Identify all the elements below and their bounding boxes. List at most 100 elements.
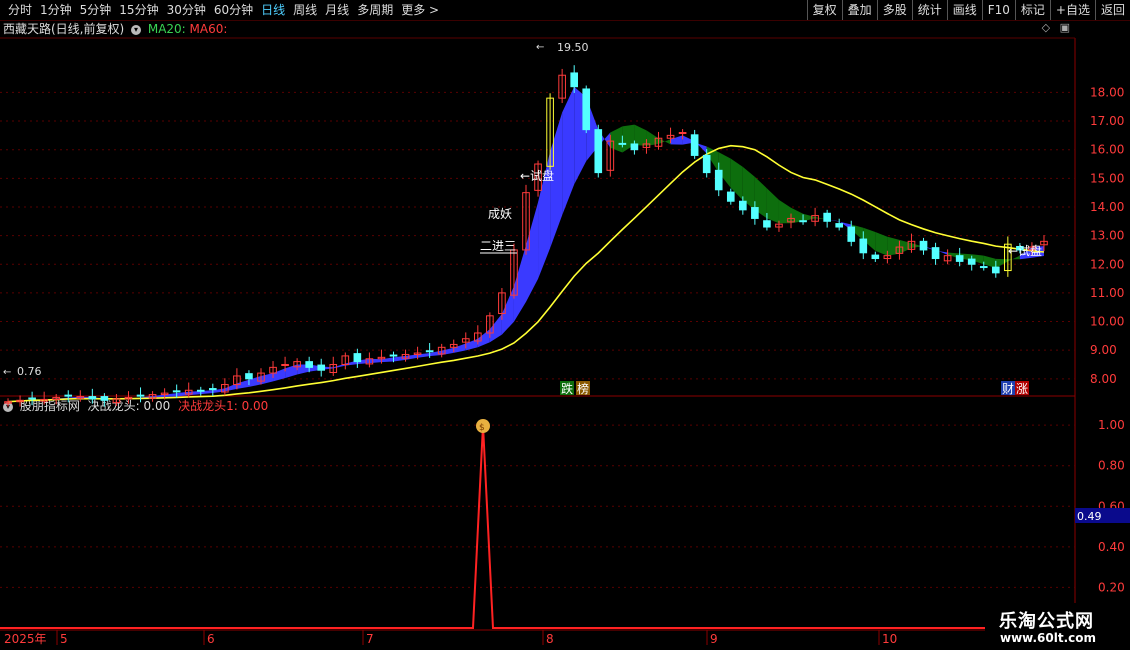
multi-stock-button[interactable]: 多股	[876, 0, 912, 20]
candle-body	[1028, 246, 1036, 251]
top-toolbar: 分时 1分钟 5分钟 15分钟 30分钟 60分钟 日线 周线 月线 多周期 更…	[0, 0, 1130, 21]
tab-5min[interactable]: 5分钟	[76, 0, 116, 20]
tag-fin-bg	[1001, 381, 1015, 395]
candle-body	[461, 338, 470, 343]
ribbon-segment	[297, 364, 310, 375]
ribbon-segment	[248, 375, 261, 387]
stock-title: 西藏天路(日线,前复权)	[3, 22, 125, 36]
draw-line-button[interactable]: 画线	[946, 0, 982, 20]
tag-list-bg	[576, 381, 590, 395]
candle-body	[726, 191, 735, 202]
ribbon-segment	[646, 130, 659, 146]
ribbon-segment	[815, 217, 828, 220]
ribbon-segment	[345, 360, 358, 366]
tab-daily[interactable]: 日线	[257, 0, 289, 20]
ribbon-segment	[429, 350, 442, 357]
candle-body	[365, 358, 374, 365]
ribbon-segment	[586, 97, 599, 162]
diamond-icon[interactable]: ◇	[1042, 21, 1050, 34]
ribbon-segment	[851, 224, 864, 241]
candle-body	[293, 361, 301, 368]
tab-30min[interactable]: 30分钟	[163, 0, 210, 20]
candle-body	[317, 364, 326, 371]
trial-label-1: ←试盘	[520, 168, 554, 183]
price-tick-label: 14.00	[1090, 200, 1124, 214]
candle-body	[522, 192, 530, 251]
candle-body	[835, 223, 844, 228]
candle-body	[582, 88, 591, 131]
mark-button[interactable]: 标记	[1014, 0, 1050, 20]
tab-60min[interactable]: 60分钟	[210, 0, 257, 20]
candle-body	[1016, 245, 1024, 251]
indicator-tick-label: 0.80	[1098, 459, 1125, 473]
ribbon-segment	[369, 358, 382, 364]
ribbon-segment	[550, 112, 563, 249]
candle-body	[136, 394, 145, 397]
high-price-label: 19.50	[557, 41, 589, 54]
ribbon-segment	[742, 166, 755, 210]
candle-body	[329, 363, 338, 374]
candle-body	[690, 134, 699, 156]
ribbon-segment	[694, 141, 707, 154]
high-arrow: ←	[536, 42, 544, 53]
fuquan-button[interactable]: 复权	[806, 0, 842, 20]
money-bag-glyph: $	[479, 423, 485, 433]
candle-body	[919, 240, 928, 251]
ribbon-segment	[658, 138, 671, 145]
candle-body	[558, 74, 566, 99]
tab-multi-period[interactable]: 多周期	[353, 0, 397, 20]
ribbon-segment	[899, 239, 912, 254]
tab-monthly[interactable]: 月线	[321, 0, 353, 20]
ma60-polyline	[7, 144, 1045, 403]
candle-body	[510, 249, 518, 296]
ribbon-segment	[670, 135, 683, 145]
add-watchlist-button[interactable]: +自选	[1049, 0, 1095, 20]
ma60-line	[7, 144, 1045, 403]
indicator-polyline	[0, 425, 1075, 629]
candle-body	[799, 220, 807, 223]
current-value-box	[1075, 508, 1130, 523]
candle-body	[883, 255, 892, 260]
tab-weekly[interactable]: 周线	[289, 0, 321, 20]
indicator-value-2: 决战龙头1: 0.00	[178, 399, 269, 413]
f10-button[interactable]: F10	[981, 0, 1015, 20]
ribbon-segment	[501, 286, 514, 335]
candle-body	[184, 389, 193, 395]
tab-more[interactable]: 更多 >	[397, 0, 443, 20]
ribbon-segment	[610, 126, 623, 153]
indicator-toggle-icon[interactable]: ▾	[3, 401, 13, 412]
monster-label: 成妖	[488, 207, 512, 221]
indicator-tick-label: 0.60	[1098, 499, 1125, 513]
tab-1min[interactable]: 1分钟	[36, 0, 76, 20]
stats-button[interactable]: 统计	[911, 0, 947, 20]
overlay-button[interactable]: 叠加	[841, 0, 877, 20]
chart-canvas[interactable]: 18.00 17.00 16.00 15.00 14.00 13.00 12.00 11.00…	[0, 0, 1130, 650]
candle-body	[739, 200, 747, 211]
candle-body	[64, 394, 73, 397]
candle-body	[413, 352, 422, 355]
candle-body	[1040, 240, 1048, 246]
ribbon-segment	[309, 364, 322, 372]
indicator-tick-label: 0.20	[1098, 580, 1125, 594]
ribbon-segment	[562, 86, 575, 216]
tab-15min[interactable]: 15分钟	[115, 0, 162, 20]
settings-toggle-icon[interactable]: ▾	[131, 24, 142, 35]
month-label: 5	[60, 632, 68, 646]
trial-label-2: ←试盘	[1008, 243, 1042, 258]
watermark-title: 乐淘公式网	[999, 611, 1094, 632]
price-tick-label: 13.00	[1090, 229, 1124, 243]
ma20-label: MA20:	[147, 22, 186, 36]
indicator-tick-label: 0.40	[1098, 540, 1125, 554]
back-button[interactable]: 返回	[1094, 0, 1130, 20]
indicator-value-1: 决战龙头: 0.00	[87, 399, 171, 413]
candle-body	[353, 353, 362, 363]
trend-ribbon	[8, 86, 1044, 402]
panel-maximize-icon[interactable]: ▣	[1060, 21, 1070, 34]
tag-rise-bg	[1015, 381, 1029, 395]
indicator-title: 股朋指标网	[19, 399, 80, 413]
candle-body	[245, 373, 253, 380]
candle-body	[630, 143, 639, 151]
ribbon-segment	[971, 254, 984, 265]
ribbon-segment	[995, 258, 1008, 269]
tab-fenshi[interactable]: 分时	[4, 0, 36, 20]
